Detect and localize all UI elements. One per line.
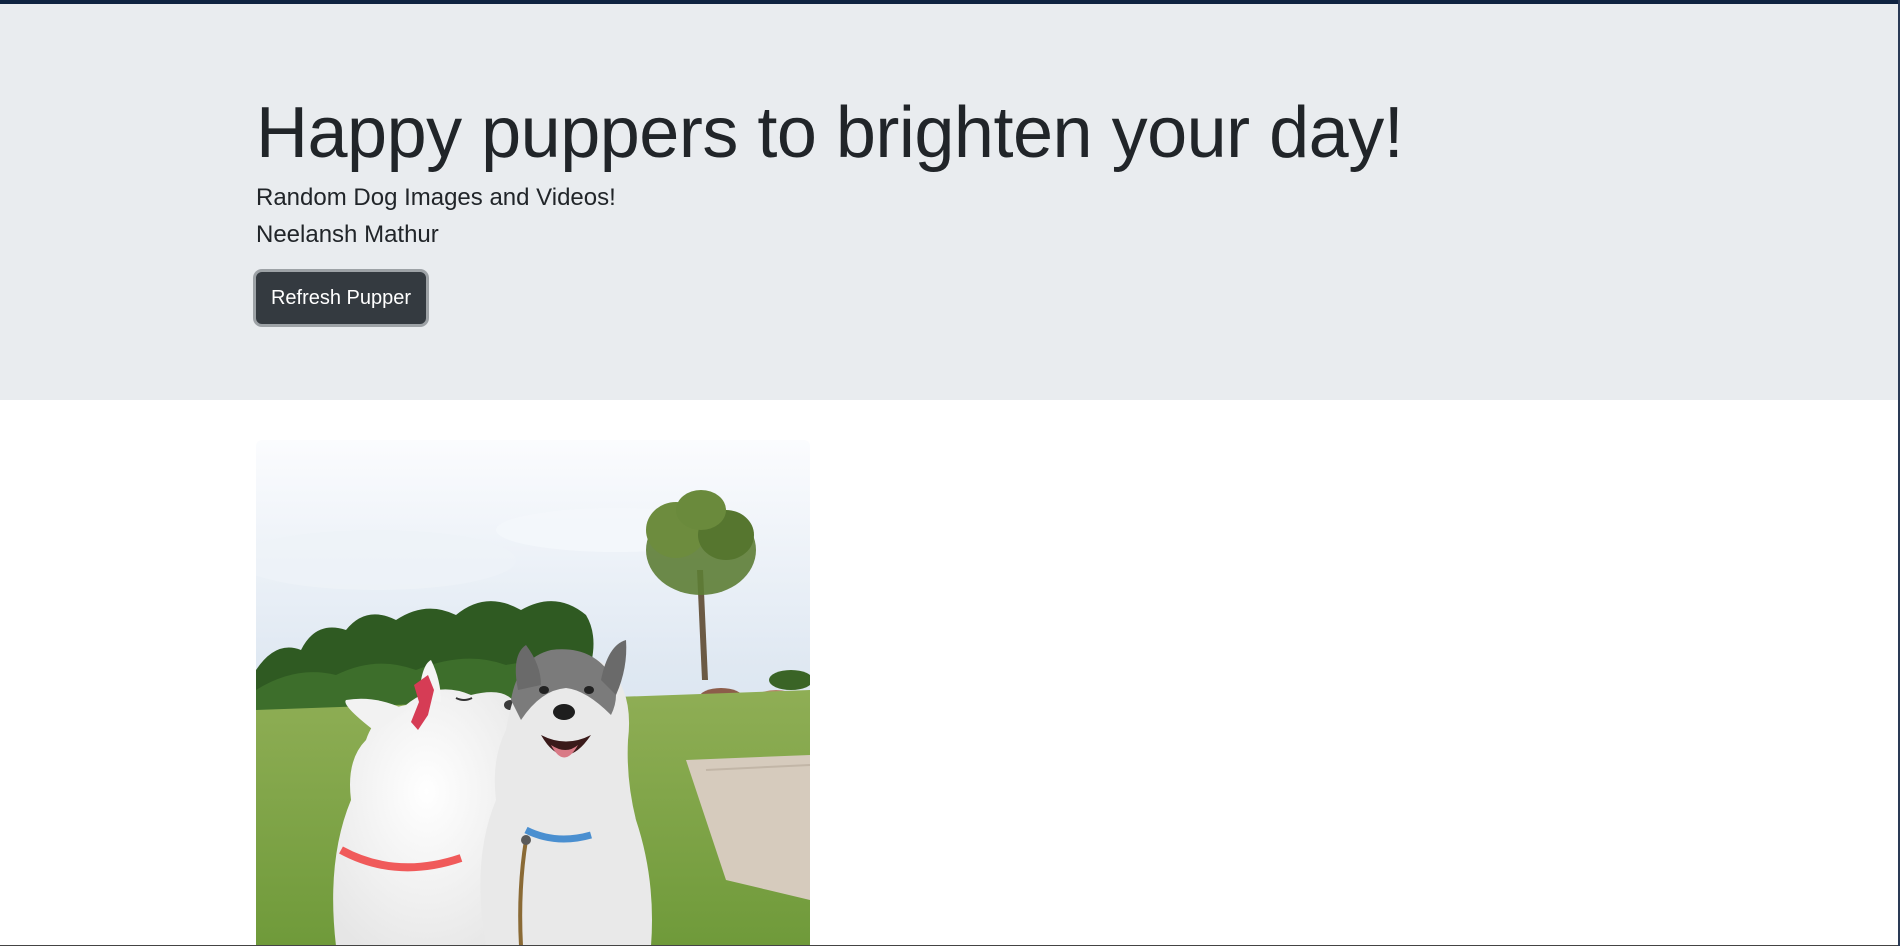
dog-image — [256, 440, 810, 946]
page-title: Happy puppers to brighten your day! — [256, 93, 1404, 173]
dog-photo-illustration — [256, 440, 810, 946]
page-subtitle: Random Dog Images and Videos! — [256, 184, 616, 211]
author-name: Neelansh Mathur — [256, 221, 439, 248]
jumbotron-header: Happy puppers to brighten your day! Rand… — [0, 4, 1900, 400]
refresh-pupper-button[interactable]: Refresh Pupper — [256, 272, 426, 324]
